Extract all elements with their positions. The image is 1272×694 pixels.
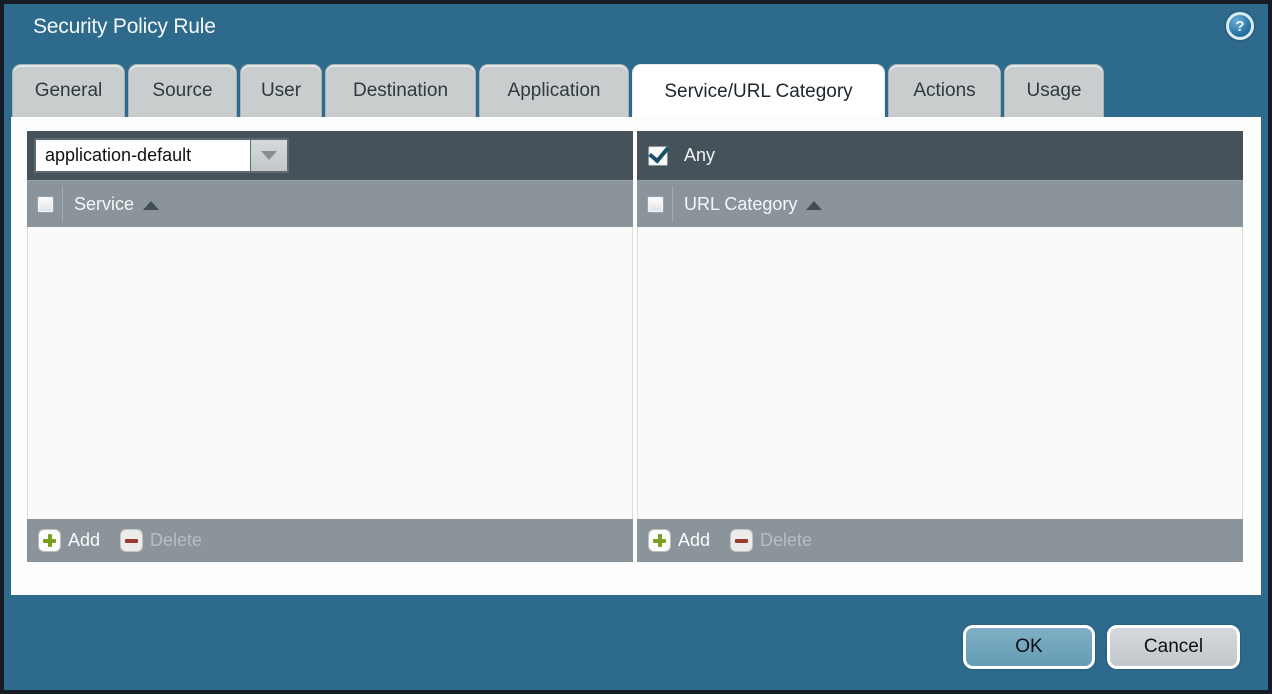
- add-button-label: Add: [678, 530, 710, 551]
- any-checkbox[interactable]: [648, 146, 668, 166]
- tab-application[interactable]: Application: [479, 64, 629, 117]
- tab-bar: General Source User Destination Applicat…: [12, 64, 1104, 117]
- service-type-dropdown-button[interactable]: [251, 138, 289, 173]
- tab-destination[interactable]: Destination: [325, 64, 476, 117]
- help-icon[interactable]: ?: [1226, 12, 1254, 40]
- any-checkbox-label: Any: [684, 145, 715, 166]
- service-panel: Service Add Delete: [27, 131, 633, 562]
- delete-button-label: Delete: [150, 530, 202, 551]
- tab-usage[interactable]: Usage: [1004, 64, 1104, 117]
- url-category-table-body: [637, 227, 1243, 519]
- url-category-panel: Any URL Category Add Delete: [637, 131, 1243, 562]
- service-type-combobox: [34, 138, 289, 173]
- dialog-title: Security Policy Rule: [33, 15, 216, 39]
- url-category-delete-button[interactable]: Delete: [731, 530, 812, 551]
- sort-ascending-icon: [806, 201, 822, 210]
- tab-general[interactable]: General: [12, 64, 125, 117]
- url-category-panel-toolbar: Any: [637, 131, 1243, 180]
- tab-user[interactable]: User: [240, 64, 322, 117]
- url-category-add-button[interactable]: Add: [649, 530, 710, 551]
- service-table-header: Service: [27, 180, 633, 227]
- url-category-select-all-checkbox[interactable]: [647, 196, 664, 213]
- service-table-body: [27, 227, 633, 519]
- add-button-label: Add: [68, 530, 100, 551]
- service-select-all-checkbox[interactable]: [37, 196, 54, 213]
- cancel-button[interactable]: Cancel: [1107, 625, 1240, 669]
- service-type-input[interactable]: [34, 138, 251, 173]
- url-category-panel-footer: Add Delete: [637, 519, 1243, 562]
- security-policy-rule-dialog: Security Policy Rule ? General Source Us…: [0, 0, 1272, 694]
- ok-button[interactable]: OK: [963, 625, 1095, 669]
- service-add-button[interactable]: Add: [39, 530, 100, 551]
- tab-actions[interactable]: Actions: [888, 64, 1001, 117]
- column-divider: [672, 186, 673, 222]
- dialog-action-buttons: OK Cancel: [963, 625, 1240, 669]
- plus-icon: [39, 530, 60, 551]
- question-mark-glyph: ?: [1235, 18, 1244, 35]
- url-category-column-header-label[interactable]: URL Category: [684, 194, 797, 215]
- plus-icon: [649, 530, 670, 551]
- column-divider: [62, 186, 63, 222]
- tab-service-url-category[interactable]: Service/URL Category: [632, 64, 885, 118]
- tab-content-area: Service Add Delete Any: [11, 117, 1261, 595]
- minus-icon: [731, 530, 752, 551]
- service-panel-toolbar: [27, 131, 633, 180]
- minus-icon: [121, 530, 142, 551]
- triangle-down-icon: [261, 151, 277, 160]
- url-category-table-header: URL Category: [637, 180, 1243, 227]
- delete-button-label: Delete: [760, 530, 812, 551]
- service-column-header-label[interactable]: Service: [74, 194, 134, 215]
- service-panel-footer: Add Delete: [27, 519, 633, 562]
- sort-ascending-icon: [143, 201, 159, 210]
- service-delete-button[interactable]: Delete: [121, 530, 202, 551]
- tab-source[interactable]: Source: [128, 64, 237, 117]
